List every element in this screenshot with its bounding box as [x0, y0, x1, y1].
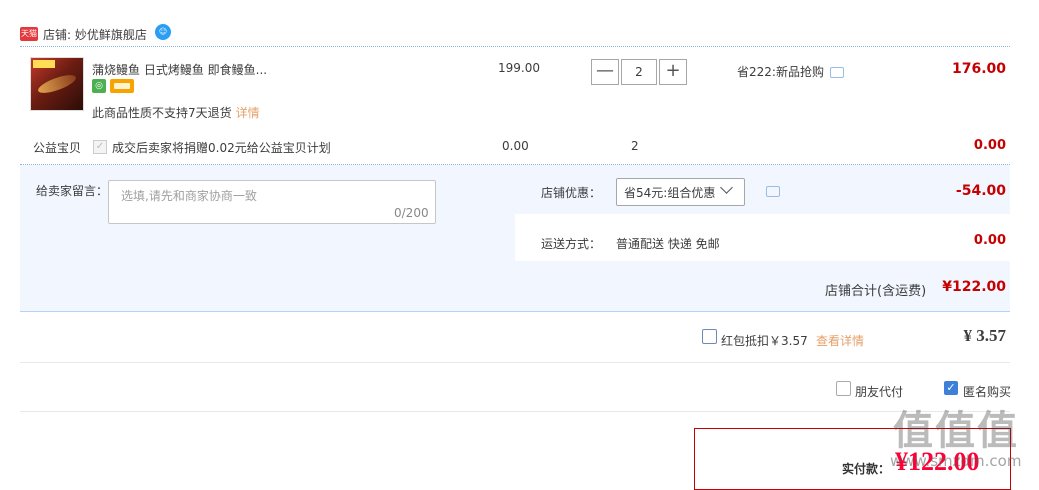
- unit-price: 199.00: [498, 61, 540, 75]
- quantity-increase-button[interactable]: +: [659, 59, 687, 85]
- fish-image: [36, 71, 78, 97]
- red-packet-checkbox[interactable]: [702, 329, 717, 344]
- shop-discount-amount: -54.00: [955, 183, 1006, 199]
- thumbnail-tag: [33, 60, 55, 68]
- shop-promo-info-icon[interactable]: [766, 186, 780, 197]
- charity-price: 0.00: [502, 139, 529, 153]
- product-title-link[interactable]: 蒲烧鳗鱼 日式烤鳗鱼 即食鳗鱼...: [92, 61, 267, 78]
- item-promo: 省222:新品抢购: [737, 63, 844, 80]
- charity-quantity: 2: [631, 139, 639, 153]
- quantity-input[interactable]: 2: [621, 59, 657, 85]
- promo-info-icon[interactable]: [829, 67, 844, 78]
- divider: [20, 362, 1010, 363]
- final-payment-label: 实付款：: [842, 462, 891, 476]
- service-badge-icon: ◎: [92, 79, 106, 93]
- divider: [20, 46, 1010, 47]
- item-promo-text: 省222:新品抢购: [737, 65, 824, 79]
- anonymous-purchase-checkbox[interactable]: ✓: [944, 381, 958, 395]
- no-return-notice: 此商品性质不支持7天退货 详情: [92, 104, 260, 121]
- shipping-method: 普通配送 快递 免邮: [616, 237, 720, 251]
- wangwang-chat-icon[interactable]: ☺: [155, 24, 171, 40]
- store-name-link[interactable]: 店铺: 妙优鲜旗舰店: [43, 26, 147, 43]
- charity-checkbox: ✓: [93, 140, 107, 154]
- quantity-decrease-button[interactable]: —: [591, 59, 619, 85]
- red-packet-label: 红包抵扣￥3.57: [721, 334, 808, 348]
- shop-promo-label: 店铺优惠：: [541, 186, 602, 200]
- charity-label: 公益宝贝: [33, 141, 82, 155]
- red-packet-amount: ¥ 3.57: [963, 326, 1007, 345]
- subtotal-value: ¥122.00: [942, 279, 1006, 295]
- seller-message-label: 给卖家留言：: [36, 184, 109, 198]
- no-return-text: 此商品性质不支持7天退货: [92, 106, 232, 120]
- subtotal-label: 店铺合计(含运费): [825, 284, 927, 299]
- watermark-url: www.smzdm.com: [890, 452, 1022, 470]
- red-packet-detail-link[interactable]: 查看详情: [816, 332, 864, 349]
- divider: [20, 411, 1010, 412]
- charity-description: 成交后卖家将捐赠0.02元给公益宝贝计划: [112, 141, 331, 155]
- tmall-logo: 天猫: [20, 27, 38, 41]
- seller-message-placeholder: 选填,请先和商家协商一致: [121, 189, 257, 203]
- card-payment-icon: [110, 79, 134, 93]
- friend-pay-checkbox[interactable]: [836, 381, 851, 396]
- watermark-logo: 值值值: [893, 408, 1019, 454]
- no-return-detail-link[interactable]: 详情: [236, 106, 260, 120]
- shipping-cost: 0.00: [973, 233, 1006, 248]
- shipping-label: 运送方式：: [541, 237, 602, 251]
- quantity-stepper: — 2 +: [591, 59, 689, 85]
- seller-message-count: 0/200: [394, 206, 429, 220]
- shop-promo-value: 省54元:组合优惠: [624, 186, 716, 200]
- product-thumbnail[interactable]: [30, 57, 84, 111]
- item-total: 176.00: [951, 61, 1006, 77]
- charity-total: 0.00: [973, 138, 1006, 153]
